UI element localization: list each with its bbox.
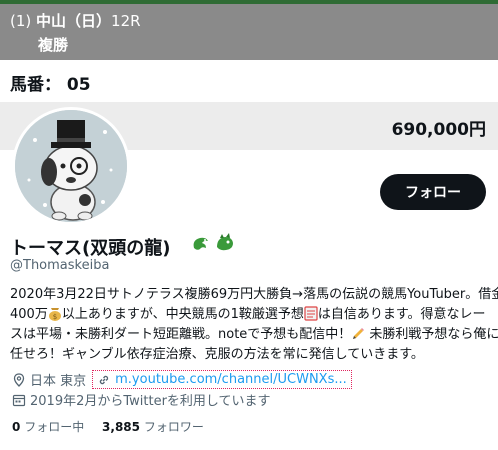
bet-type: 複勝	[38, 36, 69, 54]
memo-icon	[304, 306, 318, 321]
following-count: 0	[12, 420, 21, 434]
money-bag-icon: $	[48, 308, 61, 321]
race-header: (1) 中山（日）12R 複勝	[0, 4, 498, 60]
follow-counts: 0 フォロー中 3,885 フォロワー	[12, 418, 204, 435]
joined-date: 2019年2月からTwitterを利用しています	[30, 394, 271, 409]
followers-count: 3,885	[102, 420, 140, 434]
follow-button[interactable]: フォロー	[380, 174, 486, 210]
calendar-icon	[12, 394, 26, 406]
bio-line: 任せろ！ギャンブル依存症治療、克服の方法を常に発信していきます。	[10, 347, 424, 362]
profile-bio: 2020年3月22日サトノテラス複勝69万円大勝負→落馬の伝説の競馬YouTub…	[10, 285, 498, 365]
race-venue: 中山（日）	[36, 12, 112, 30]
race-info: (1) 中山（日）12R	[10, 10, 141, 31]
horse-number-row: 馬番： 05	[0, 60, 498, 103]
username-handle: @Thomaskeiba	[10, 258, 110, 273]
payout-amount: 690,000円	[391, 120, 486, 140]
profile-meta-location-link: 日本 東京 m.youtube.com/channel/UCWNXs...	[12, 370, 352, 389]
dragon-icon	[193, 237, 208, 250]
pencil-icon	[353, 328, 365, 339]
avatar[interactable]	[12, 107, 130, 225]
bio-line: スは平場・未勝利ダート短距離戦。noteで予想も配信中！ 未勝利戦予想なら俺に	[10, 327, 498, 342]
dog-with-top-hat-illustration	[15, 110, 127, 222]
website-link[interactable]: m.youtube.com/channel/UCWNXs...	[92, 370, 352, 389]
following-label: フォロー中	[24, 420, 85, 434]
race-round: 12R	[111, 12, 141, 30]
bio-line: 2020年3月22日サトノテラス複勝69万円大勝負→落馬の伝説の競馬YouTub…	[10, 287, 498, 302]
link-icon	[99, 375, 109, 384]
horse-number: 馬番： 05	[10, 75, 91, 95]
website-url[interactable]: m.youtube.com/channel/UCWNXs...	[115, 372, 347, 387]
followers-link[interactable]: 3,885 フォロワー	[102, 420, 204, 434]
bio-line: 400万 $ 以上ありますが、中央競馬の1鞍厳選予想 は自信あります。得意なレー	[10, 306, 486, 322]
following-link[interactable]: 0 フォロー中	[12, 420, 84, 434]
dragon-face-icon	[217, 233, 233, 251]
followers-label: フォロワー	[143, 420, 204, 434]
profile-meta-joined: 2019年2月からTwitterを利用しています	[12, 390, 271, 409]
display-name: トーマス(双頭の龍)	[10, 238, 171, 259]
location-text: 日本 東京	[30, 374, 87, 389]
svg-text:$: $	[53, 313, 57, 321]
location-pin-icon	[13, 372, 25, 387]
race-number: (1)	[10, 12, 37, 30]
dragon-emojis	[190, 232, 236, 254]
